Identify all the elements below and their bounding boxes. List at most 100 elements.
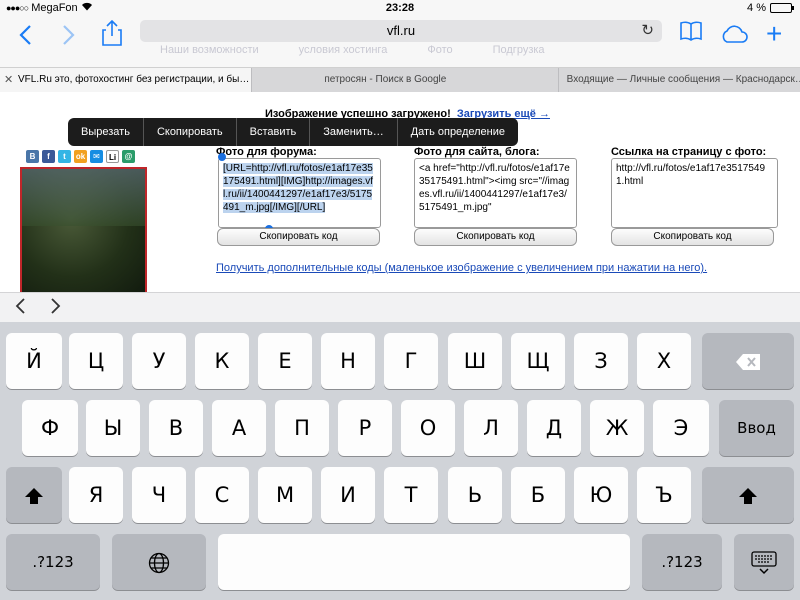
status-bar: ●●●○○ MegaFon 23:28 4 % xyxy=(0,0,800,18)
copy-forum-code-button[interactable]: Скопировать код xyxy=(217,228,380,246)
on-screen-keyboard: Й Ц У К Е Н Г Ш Щ З Х Ф Ы В А П Р О Л Д … xyxy=(0,322,800,600)
back-icon[interactable] xyxy=(18,24,32,53)
forum-code-heading: Фото для форума: xyxy=(216,146,317,158)
previous-field-icon[interactable] xyxy=(14,295,26,323)
key-н[interactable]: Н xyxy=(321,333,375,389)
key-б[interactable]: Б xyxy=(511,467,565,523)
icloud-tabs-icon[interactable] xyxy=(720,22,748,50)
key-ю[interactable]: Ю xyxy=(574,467,628,523)
ghost-nav-item: условия хостинга xyxy=(298,44,388,56)
key-л[interactable]: Л xyxy=(464,400,518,456)
menu-define[interactable]: Дать определение xyxy=(398,118,518,146)
url-text: vfl.ru xyxy=(386,23,416,38)
address-bar[interactable]: vfl.ru ↻ xyxy=(140,20,662,42)
key-г[interactable]: Г xyxy=(384,333,438,389)
key-м[interactable]: М xyxy=(258,467,312,523)
key-к[interactable]: К xyxy=(195,333,249,389)
page-content: Изображение успешно загружено! Загрузить… xyxy=(0,92,800,297)
battery: 4 % xyxy=(747,2,794,14)
key-и[interactable]: И xyxy=(321,467,375,523)
key-о[interactable]: О xyxy=(401,400,455,456)
key-д[interactable]: Д xyxy=(527,400,581,456)
next-field-icon[interactable] xyxy=(50,295,62,323)
dismiss-keyboard-key[interactable] xyxy=(734,534,794,590)
backspace-icon xyxy=(736,354,760,370)
key-а[interactable]: А xyxy=(212,400,266,456)
status-time: 23:28 xyxy=(385,2,415,14)
numbers-key-left[interactable]: .?123 xyxy=(6,534,100,590)
key-з[interactable]: З xyxy=(574,333,628,389)
tab-google[interactable]: петросян - Поиск в Google xyxy=(251,68,557,92)
ghost-nav-item: Фото xyxy=(427,44,453,56)
tab-messages[interactable]: Входящие — Личные сообщения — Краснодарс… xyxy=(557,68,800,92)
key-ъ[interactable]: Ъ xyxy=(637,467,691,523)
key-ш[interactable]: Ш xyxy=(448,333,502,389)
key-э[interactable]: Э xyxy=(653,400,709,456)
text-context-menu: Вырезать Скопировать Вставить Заменить… … xyxy=(68,118,518,146)
key-я[interactable]: Я xyxy=(69,467,123,523)
key-ь[interactable]: Ь xyxy=(448,467,502,523)
mail-icon[interactable]: ✉ xyxy=(90,150,103,163)
key-й[interactable]: Й xyxy=(6,333,62,389)
key-ц[interactable]: Ц xyxy=(69,333,123,389)
shift-left-key[interactable] xyxy=(6,467,62,523)
key-т[interactable]: Т xyxy=(384,467,438,523)
uploaded-photo-thumbnail[interactable] xyxy=(20,167,147,297)
battery-percent: 4 % xyxy=(747,2,766,14)
key-щ[interactable]: Щ xyxy=(511,333,565,389)
key-п[interactable]: П xyxy=(275,400,329,456)
key-в[interactable]: В xyxy=(149,400,203,456)
vk-icon[interactable]: B xyxy=(26,150,39,163)
numbers-key-right[interactable]: .?123 xyxy=(642,534,722,590)
menu-copy[interactable]: Скопировать xyxy=(144,118,237,146)
tab-bar: ✕ VFL.Ru это, фотохостинг без регистраци… xyxy=(0,68,800,92)
tab-label: петросян - Поиск в Google xyxy=(324,74,447,85)
page-link-field[interactable]: http://vfl.ru/fotos/e1af17e35175491.html xyxy=(611,158,778,228)
twitter-icon[interactable]: t xyxy=(58,150,71,163)
copy-page-link-button[interactable]: Скопировать код xyxy=(611,228,774,246)
odnoklassniki-icon[interactable]: ok xyxy=(74,150,87,163)
forward-icon[interactable] xyxy=(62,24,76,53)
key-ж[interactable]: Ж xyxy=(590,400,644,456)
tab-label: Входящие — Личные сообщения — Краснодарс… xyxy=(566,74,800,85)
close-tab-icon[interactable]: ✕ xyxy=(4,68,13,92)
tab-label: VFL.Ru это, фотохостинг без регистрации,… xyxy=(18,74,250,85)
forum-code-text: [URL=http://vfl.ru/fotos/e1af17e35175491… xyxy=(223,163,374,213)
key-ы[interactable]: Ы xyxy=(86,400,140,456)
return-key[interactable]: Ввод xyxy=(719,400,794,456)
shift-right-key[interactable] xyxy=(702,467,794,523)
key-у[interactable]: У xyxy=(132,333,186,389)
key-х[interactable]: Х xyxy=(637,333,691,389)
liveinternet-icon[interactable]: Li xyxy=(106,150,119,163)
space-key[interactable] xyxy=(218,534,630,590)
reload-icon[interactable]: ↻ xyxy=(641,20,654,42)
backspace-key[interactable] xyxy=(702,333,794,389)
facebook-icon[interactable]: f xyxy=(42,150,55,163)
key-ч[interactable]: Ч xyxy=(132,467,186,523)
key-ф[interactable]: Ф xyxy=(22,400,78,456)
forum-code-field[interactable]: [URL=http://vfl.ru/fotos/e1af17e35175491… xyxy=(218,158,381,228)
battery-icon xyxy=(770,3,794,13)
key-е[interactable]: Е xyxy=(258,333,312,389)
key-с[interactable]: С xyxy=(195,467,249,523)
blog-code-field[interactable]: <a href="http://vfl.ru/fotos/e1af17e3517… xyxy=(414,158,577,228)
key-р[interactable]: Р xyxy=(338,400,392,456)
menu-replace[interactable]: Заменить… xyxy=(310,118,398,146)
tab-vfl[interactable]: ✕ VFL.Ru это, фотохостинг без регистраци… xyxy=(0,68,252,92)
keyboard-accessory-bar xyxy=(0,292,800,322)
more-codes-link[interactable]: Получить дополнительные коды (маленькое … xyxy=(216,262,707,274)
shift-icon xyxy=(25,488,43,504)
menu-paste[interactable]: Вставить xyxy=(237,118,311,146)
globe-key[interactable] xyxy=(112,534,206,590)
selection-start-handle[interactable] xyxy=(218,153,226,161)
mailru-icon[interactable]: @ xyxy=(122,150,135,163)
dismiss-keyboard-icon xyxy=(751,551,777,575)
social-share-icons: B f t ok ✉ Li @ xyxy=(26,150,135,163)
bookmarks-icon[interactable] xyxy=(680,20,702,49)
new-tab-icon[interactable]: + xyxy=(766,18,782,50)
ghost-nav-item: Подгрузка xyxy=(492,44,545,56)
copy-blog-code-button[interactable]: Скопировать код xyxy=(414,228,577,246)
shift-icon xyxy=(739,488,757,504)
menu-cut[interactable]: Вырезать xyxy=(68,118,144,146)
share-icon[interactable] xyxy=(102,19,122,53)
